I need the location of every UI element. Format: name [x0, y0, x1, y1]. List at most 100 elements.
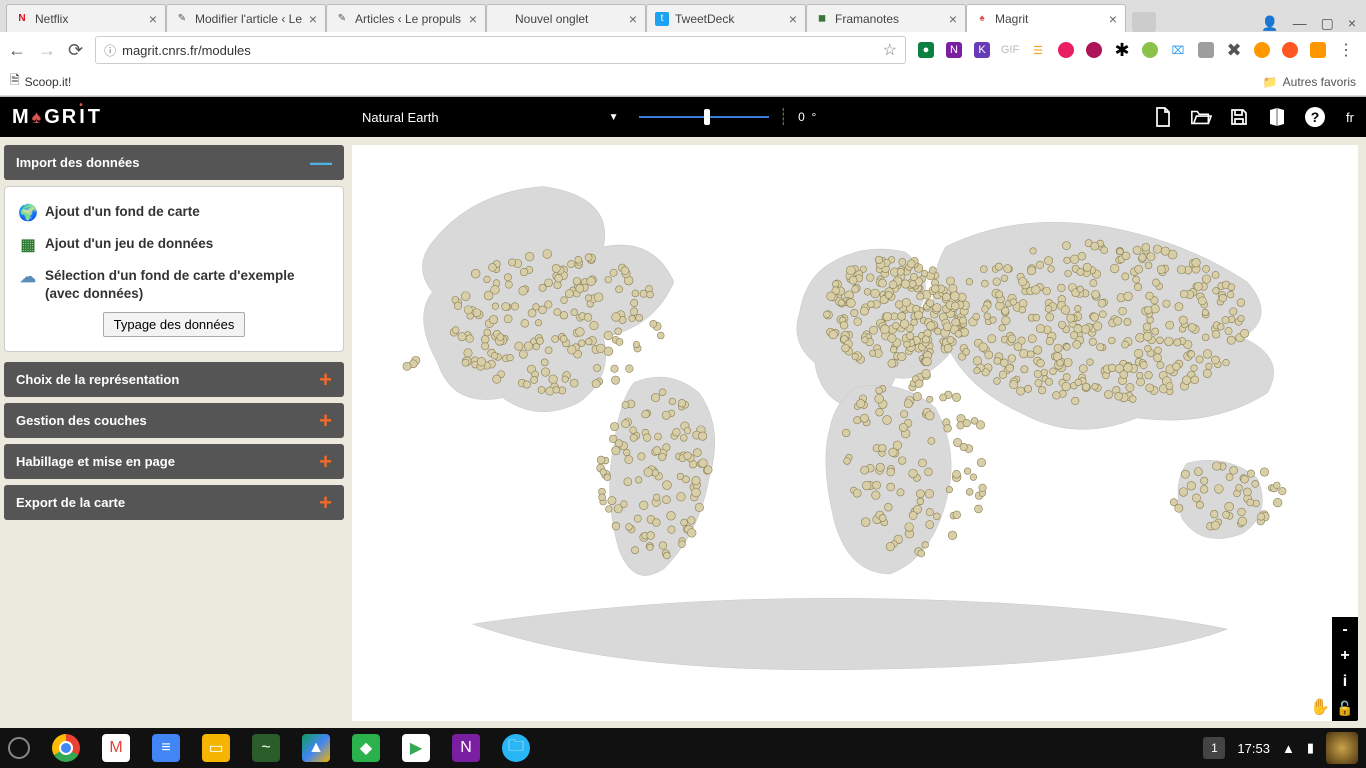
close-icon[interactable]: × — [949, 11, 957, 27]
nav-toolbar: ← → ⟳ ⓘ magrit.cnrs.fr/modules ☆ ● N K G… — [0, 32, 1366, 68]
ext-icon[interactable] — [1254, 42, 1270, 58]
section-import[interactable]: Import des données — — [4, 145, 344, 180]
map-canvas[interactable]: ✋ - + i 🔓 — [352, 145, 1358, 721]
workspace: Import des données — 🌍Ajout d'un fond de… — [0, 137, 1366, 729]
slider-thumb[interactable] — [704, 109, 710, 125]
collapse-icon: — — [310, 156, 332, 170]
ext-icon[interactable]: ⌧ — [1170, 42, 1186, 58]
rotation-slider[interactable]: ┊ 0 ° — [639, 107, 817, 127]
section-export[interactable]: Export de la carte + — [4, 485, 344, 520]
browser-tab[interactable]: ◼Framanotes× — [806, 4, 966, 32]
browser-tab[interactable]: ✎Articles ‹ Le propuls× — [326, 4, 486, 32]
site-info-icon[interactable]: ⓘ — [104, 42, 116, 59]
browser-tab[interactable]: Nouvel onglet× — [486, 4, 646, 32]
section-label: Import des données — [16, 155, 140, 170]
info-button[interactable]: i — [1332, 669, 1358, 695]
blank-icon — [495, 12, 509, 26]
netflix-icon: N — [15, 12, 29, 26]
add-dataset-option[interactable]: ▦Ajout d'un jeu de données — [17, 235, 331, 257]
reload-button[interactable]: ⟳ — [68, 40, 83, 61]
bookmark-label: Autres favoris — [1283, 75, 1356, 89]
close-icon[interactable]: × — [629, 11, 637, 27]
sidebar: Import des données — 🌍Ajout d'un fond de… — [0, 137, 350, 729]
close-icon[interactable]: × — [469, 11, 477, 27]
browser-tab[interactable]: tTweetDeck× — [646, 4, 806, 32]
user-avatar[interactable] — [1326, 732, 1358, 764]
other-bookmarks[interactable]: 📁Autres favoris — [1263, 75, 1356, 89]
browser-tab[interactable]: NNetflix× — [6, 4, 166, 32]
chrome-menu-icon[interactable]: ⋮ — [1338, 40, 1354, 60]
back-button[interactable]: ← — [8, 40, 26, 61]
bookmarks-bar: 🗎Scoop.it! 📁Autres favoris — [0, 68, 1366, 96]
option-label: Sélection d'un fond de carte d'exemple (… — [45, 267, 331, 302]
incognito-icon[interactable]: 👤 — [1261, 15, 1278, 32]
data-typing-button[interactable]: Typage des données — [103, 312, 246, 337]
minimize-icon[interactable]: — — [1293, 15, 1307, 32]
section-layout[interactable]: Habillage et mise en page + — [4, 444, 344, 479]
bookmark-item[interactable]: 🗎Scoop.it! — [10, 71, 71, 92]
maximize-icon[interactable]: ▢ — [1321, 15, 1334, 32]
slides-icon[interactable]: ▭ — [202, 734, 230, 762]
window-controls: 👤 — ▢ × — [1251, 15, 1366, 32]
close-icon[interactable]: × — [1109, 11, 1117, 27]
browser-tab-active[interactable]: ♠Magrit× — [966, 4, 1126, 32]
save-icon[interactable] — [1228, 106, 1250, 128]
zoom-out-button[interactable]: - — [1332, 617, 1358, 643]
open-folder-icon[interactable] — [1190, 106, 1212, 128]
new-file-icon[interactable] — [1152, 106, 1174, 128]
forward-button[interactable]: → — [38, 40, 56, 61]
ext-icon[interactable] — [1142, 42, 1158, 58]
sample-basemap-option[interactable]: ☁Sélection d'un fond de carte d'exemple … — [17, 267, 331, 302]
option-label: Ajout d'un fond de carte — [45, 203, 200, 221]
ext-icon[interactable] — [1086, 42, 1102, 58]
browser-tab[interactable]: ✎Modifier l'article ‹ Le× — [166, 4, 326, 32]
section-layers[interactable]: Gestion des couches + — [4, 403, 344, 438]
section-representation[interactable]: Choix de la représentation + — [4, 362, 344, 397]
close-window-icon[interactable]: × — [1348, 15, 1356, 32]
app-icon[interactable]: ~ — [252, 734, 280, 762]
help-icon[interactable]: ? — [1304, 106, 1326, 128]
lock-icon[interactable]: 🔓 — [1332, 695, 1358, 721]
bookmark-star-icon[interactable]: ☆ — [883, 40, 897, 60]
ext-icon[interactable]: GIF — [1002, 42, 1018, 58]
add-basemap-option[interactable]: 🌍Ajout d'un fond de carte — [17, 203, 331, 225]
address-bar[interactable]: ⓘ magrit.cnrs.fr/modules ☆ — [95, 36, 906, 64]
launcher-icon[interactable] — [8, 737, 30, 759]
ext-icon[interactable] — [1058, 42, 1074, 58]
ext-icon[interactable]: ✱ — [1114, 42, 1130, 58]
ext-icon[interactable] — [1282, 42, 1298, 58]
gmail-icon[interactable]: M — [102, 734, 130, 762]
battery-icon[interactable]: ▮ — [1307, 740, 1314, 756]
language-select[interactable]: fr — [1346, 110, 1354, 125]
close-icon[interactable]: × — [789, 11, 797, 27]
notification-badge[interactable]: 1 — [1203, 737, 1225, 759]
expand-icon: + — [319, 455, 332, 469]
chrome-icon[interactable] — [52, 734, 80, 762]
drive-icon[interactable]: ▲ — [302, 734, 330, 762]
feedly-icon[interactable]: ◆ — [352, 734, 380, 762]
docs-icon[interactable] — [1266, 106, 1288, 128]
onenote-icon[interactable]: N — [452, 734, 480, 762]
ext-icon[interactable]: ✖ — [1226, 42, 1242, 58]
rotation-value: 0 — [798, 110, 805, 124]
play-icon[interactable]: ▶ — [402, 734, 430, 762]
close-icon[interactable]: × — [149, 11, 157, 27]
slider-track[interactable] — [639, 116, 769, 118]
ext-icon[interactable]: ☰ — [1030, 42, 1046, 58]
ext-icon[interactable]: K — [974, 42, 990, 58]
ext-icon[interactable]: ● — [918, 42, 934, 58]
files-icon[interactable]: 🗀 — [502, 734, 530, 762]
magrit-icon: ♠ — [975, 12, 989, 26]
wifi-icon[interactable]: ▲ — [1282, 741, 1295, 756]
zoom-in-button[interactable]: + — [1332, 643, 1358, 669]
new-tab-button[interactable] — [1132, 12, 1156, 32]
extension-icons: ● N K GIF ☰ ✱ ⌧ ✖ ⋮ — [918, 40, 1358, 60]
ext-icon[interactable] — [1198, 42, 1214, 58]
docs-icon[interactable]: ≡ — [152, 734, 180, 762]
ext-icon[interactable]: N — [946, 42, 962, 58]
close-icon[interactable]: × — [309, 11, 317, 27]
clock[interactable]: 17:53 — [1237, 741, 1270, 756]
table-plus-icon: ▦ — [17, 235, 39, 257]
projection-select[interactable]: Natural Earth ▼ — [362, 110, 619, 125]
ext-icon[interactable] — [1310, 42, 1326, 58]
